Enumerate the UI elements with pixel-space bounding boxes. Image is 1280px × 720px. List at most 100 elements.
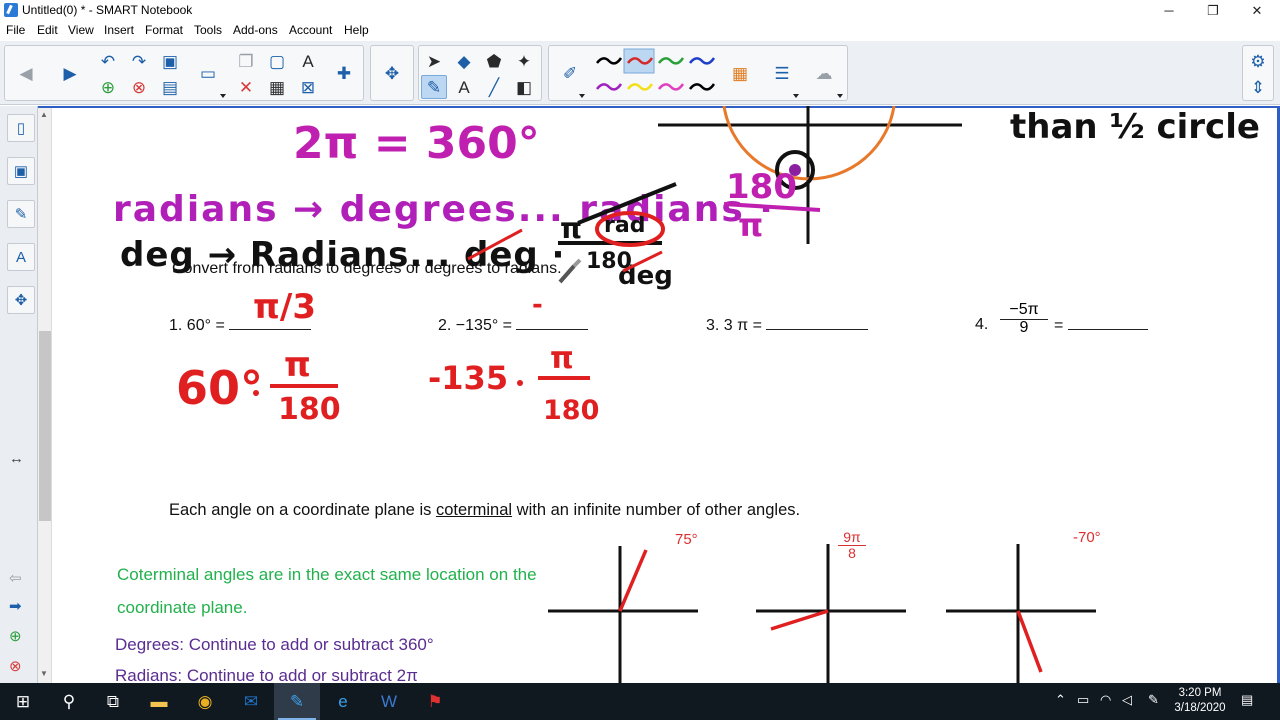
scrollbar-thumb[interactable] bbox=[39, 331, 51, 521]
copy-button[interactable]: ❐ bbox=[233, 49, 259, 73]
menu-insert[interactable]: Insert bbox=[104, 23, 134, 37]
toolbar-position-button[interactable]: ⇕ bbox=[1245, 75, 1271, 99]
add-page-icon[interactable]: ⊕ bbox=[9, 629, 22, 644]
activity-builder-button[interactable]: ✚ bbox=[331, 61, 357, 85]
pen-cursor-icon bbox=[558, 258, 582, 284]
scroll-up-icon[interactable]: ▲ bbox=[40, 110, 48, 119]
full-screen-button[interactable]: ⊠ bbox=[295, 75, 321, 99]
save-button[interactable]: ▤ bbox=[157, 75, 183, 99]
add-ons-tab[interactable]: ✥ bbox=[7, 286, 35, 314]
pen-color-swatch[interactable] bbox=[596, 83, 623, 91]
pen-color-swatch[interactable] bbox=[658, 57, 685, 65]
file-explorer-button[interactable]: ▬ bbox=[136, 683, 182, 720]
line-style-button[interactable]: ☰ bbox=[769, 61, 795, 85]
add-ons-button[interactable]: ✥ bbox=[379, 61, 405, 85]
delete-page-icon[interactable]: ⊗ bbox=[9, 659, 22, 674]
move-vertical-icon: ⇕ bbox=[1250, 77, 1266, 97]
menu-account[interactable]: Account bbox=[289, 23, 332, 37]
volume-icon[interactable]: ◁ bbox=[1122, 692, 1132, 708]
add-page-icon: ⊕ bbox=[100, 77, 116, 97]
pen-type-button[interactable]: ✐ bbox=[557, 61, 583, 85]
chevron-down-icon[interactable] bbox=[579, 94, 585, 98]
restore-button[interactable]: ❐ bbox=[1190, 0, 1236, 21]
pen-color-swatches[interactable] bbox=[593, 48, 723, 100]
pen-color-swatch[interactable] bbox=[658, 83, 685, 91]
add-page-button[interactable]: ⊕ bbox=[95, 75, 121, 99]
display-screen-button[interactable]: ▭ bbox=[195, 61, 221, 85]
pens-button[interactable]: ✎ bbox=[421, 75, 447, 99]
scroll-down-icon[interactable]: ▼ bbox=[40, 669, 48, 678]
gallery-tab[interactable]: ▣ bbox=[7, 157, 35, 185]
page-sorter-tab[interactable]: ▯ bbox=[7, 114, 35, 142]
menu-file[interactable]: File bbox=[6, 23, 25, 37]
chevron-down-icon[interactable] bbox=[837, 94, 843, 98]
delete-button[interactable]: ✕ bbox=[233, 75, 259, 99]
coterminal-statement: Each angle on a coordinate plane is cote… bbox=[169, 501, 800, 520]
vertical-scrollbar[interactable]: ▲ ▼ bbox=[38, 106, 52, 683]
attachments-tab[interactable]: ✎ bbox=[7, 200, 35, 228]
eraser-button[interactable]: ◧ bbox=[511, 75, 537, 99]
pen-color-swatch[interactable] bbox=[689, 83, 716, 91]
wifi-icon[interactable]: ◠ bbox=[1100, 692, 1111, 708]
lines-button[interactable]: ╱ bbox=[481, 75, 507, 99]
show-hide-screen-button[interactable]: ▢ bbox=[264, 49, 290, 73]
menu-format[interactable]: Format bbox=[145, 23, 183, 37]
chrome-button[interactable]: ◉ bbox=[182, 683, 228, 720]
angle-label-75: 75° bbox=[675, 531, 698, 548]
magic-pen-button[interactable]: ✦ bbox=[511, 49, 537, 73]
text-format-button[interactable]: A bbox=[295, 49, 321, 73]
previous-page-button[interactable]: ◀ bbox=[13, 61, 39, 85]
insert-table-button[interactable]: ▦ bbox=[264, 75, 290, 99]
delete-page-button[interactable]: ⊗ bbox=[126, 75, 152, 99]
menu-help[interactable]: Help bbox=[344, 23, 369, 37]
shapes-button[interactable]: ◆ bbox=[451, 49, 477, 73]
paste-button[interactable]: ▣ bbox=[157, 49, 183, 73]
pen-color-swatch[interactable] bbox=[627, 83, 654, 91]
menu-edit[interactable]: Edit bbox=[37, 23, 58, 37]
pen-tray-icon[interactable]: ✎ bbox=[1148, 692, 1159, 708]
select-tool-button[interactable]: ➤ bbox=[421, 49, 447, 73]
text-button[interactable]: A bbox=[451, 75, 477, 99]
start-button[interactable]: ⊞ bbox=[0, 683, 46, 720]
transparency-button[interactable]: ☁ bbox=[811, 61, 837, 85]
chevron-down-icon[interactable] bbox=[220, 94, 226, 98]
notifications-icon[interactable]: ▤ bbox=[1241, 692, 1253, 708]
toolbar-group-pens: ✐ ▦ ☰ ☁ bbox=[548, 45, 848, 101]
smart-notebook-taskbar-button[interactable]: ✎ bbox=[274, 683, 320, 720]
fill-button[interactable]: ⬟ bbox=[481, 49, 507, 73]
properties-tab[interactable]: A bbox=[7, 243, 35, 271]
minimize-button[interactable]: ─ bbox=[1146, 0, 1192, 21]
resize-panel-handle[interactable]: ↔ bbox=[9, 451, 24, 466]
color-palette-button[interactable]: ▦ bbox=[727, 61, 753, 85]
task-view-button[interactable]: ⧉ bbox=[90, 683, 136, 720]
pen-color-swatch[interactable] bbox=[689, 57, 716, 65]
coterminal-text-before: Each angle on a coordinate plane is bbox=[169, 501, 436, 519]
menu-tools[interactable]: Tools bbox=[194, 23, 222, 37]
next-page-button[interactable]: ▶ bbox=[57, 61, 83, 85]
close-button[interactable]: ✕ bbox=[1234, 0, 1280, 21]
redo-button[interactable]: ↷ bbox=[126, 49, 152, 73]
battery-icon[interactable]: ▭ bbox=[1077, 692, 1089, 708]
edge-button[interactable]: e bbox=[320, 683, 366, 720]
undo-button[interactable]: ↶ bbox=[95, 49, 121, 73]
menu-add-ons[interactable]: Add-ons bbox=[233, 23, 278, 37]
chevron-down-icon[interactable] bbox=[793, 94, 799, 98]
word-button[interactable]: W bbox=[366, 683, 412, 720]
pen-color-swatch[interactable] bbox=[596, 57, 623, 65]
previous-page-icon[interactable]: ⇦ bbox=[9, 571, 22, 586]
ie-icon: e bbox=[338, 691, 348, 711]
main-toolbar: ◀ ▶ ↶ ↷ ▣ ⊕ ⊗ ▤ ▭ ❐ ▢ A ✕ ▦ ⊠ ✚ ✥ ➤ ◆ ⬟ … bbox=[0, 41, 1280, 105]
notebook-page[interactable]: ▲ ▼ Convert from radians to degrees or d… bbox=[38, 106, 1280, 683]
acrobat-button[interactable]: ⚑ bbox=[412, 683, 458, 720]
outlook-button[interactable]: ✉ bbox=[228, 683, 274, 720]
ink-note-than-half-circle: than ½ circle bbox=[1010, 107, 1260, 147]
next-page-icon[interactable]: ➡ bbox=[9, 599, 22, 614]
menu-view[interactable]: View bbox=[68, 23, 94, 37]
settings-button[interactable]: ⚙ bbox=[1245, 49, 1271, 73]
show-hidden-icons-chevron-icon[interactable]: ⌃ bbox=[1055, 692, 1066, 708]
search-button[interactable]: ⚲ bbox=[46, 683, 92, 720]
problem-number: 3. bbox=[706, 317, 720, 334]
page-border-top bbox=[38, 106, 1280, 108]
taskbar-clock[interactable]: 3:20 PM 3/18/2020 bbox=[1168, 686, 1232, 716]
angle-label-neg70: -70° bbox=[1073, 529, 1101, 546]
